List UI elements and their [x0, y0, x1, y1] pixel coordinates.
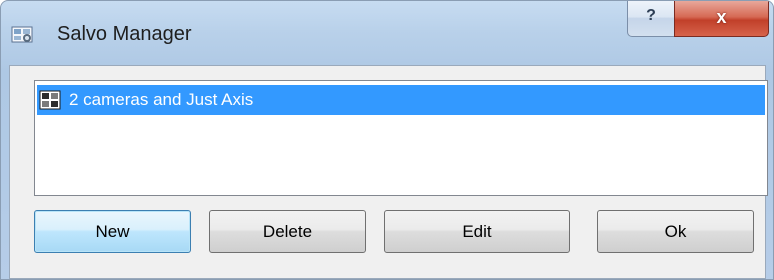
close-button[interactable]: x [674, 1, 769, 37]
ok-button[interactable]: Ok [597, 210, 754, 253]
salvo-listbox[interactable]: 2 cameras and Just Axis [34, 80, 768, 196]
new-button[interactable]: New [34, 210, 191, 253]
camera-grid-icon [39, 90, 61, 110]
salvo-app-icon [11, 25, 35, 45]
window-title: Salvo Manager [57, 23, 192, 45]
list-item-label: 2 cameras and Just Axis [69, 90, 254, 109]
title-bar[interactable]: Salvo Manager ? x [1, 1, 773, 65]
help-button[interactable]: ? [627, 1, 675, 37]
salvo-manager-window: Salvo Manager ? x 2 cameras and Just Axi… [0, 0, 774, 280]
list-item[interactable]: 2 cameras and Just Axis [37, 85, 765, 115]
delete-button[interactable]: Delete [209, 210, 366, 253]
dialog-client-area: 2 cameras and Just Axis New Delete Edit … [9, 65, 768, 279]
edit-button[interactable]: Edit [384, 210, 570, 253]
